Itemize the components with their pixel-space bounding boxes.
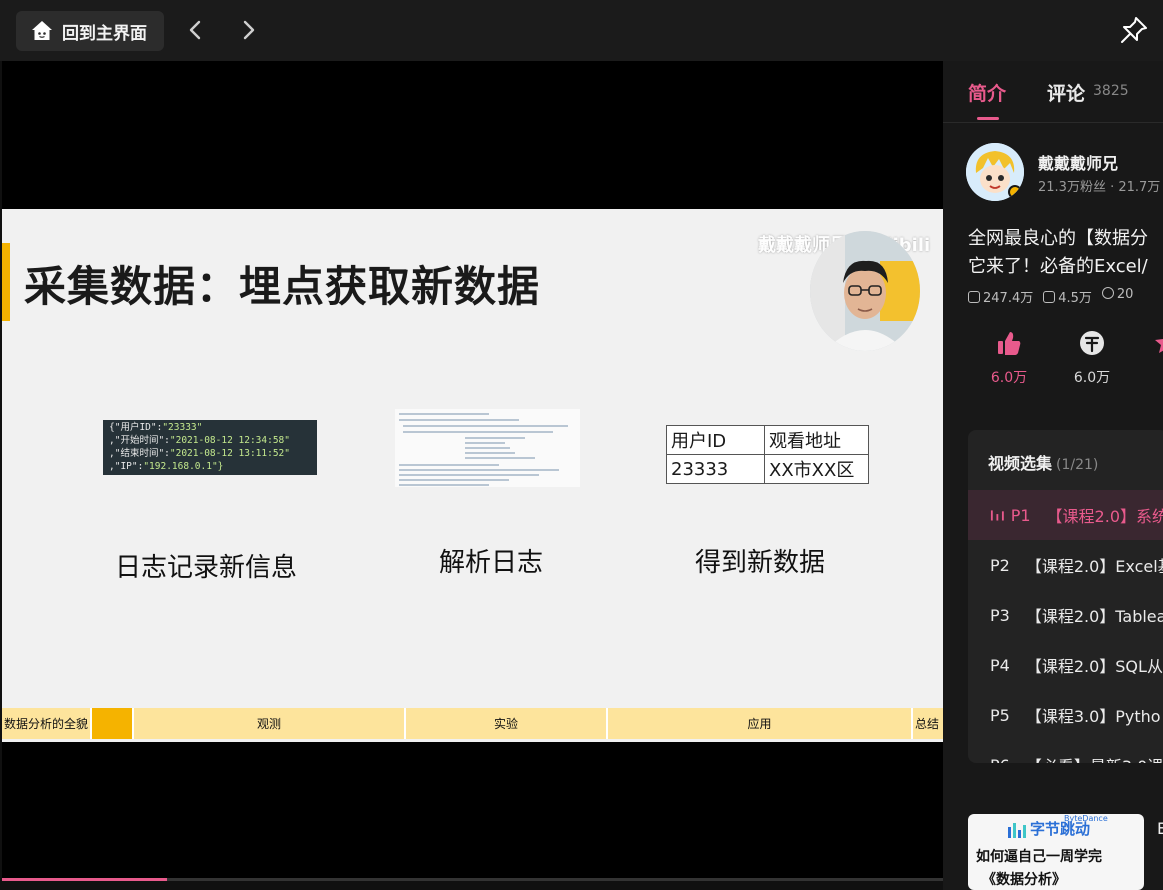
code-value: "23333" (162, 422, 203, 433)
tab-comments[interactable]: 评论 (1047, 79, 1085, 106)
presenter-camera (810, 231, 920, 351)
forward-arrow-icon[interactable] (236, 18, 260, 42)
panel-tabs: 简介 评论 3825 (943, 61, 1163, 123)
playlist-item[interactable]: P5 【课程3.0】Pytho (968, 690, 1163, 740)
home-icon (32, 21, 52, 40)
video-title-line: 它来了！必备的Excel/ (968, 256, 1148, 277)
caption-log: 日志记录新信息 (115, 553, 298, 583)
playlist-header: 视频选集 (1/21) (988, 450, 1098, 474)
chapter-segment[interactable]: 观测 (134, 708, 406, 739)
code-value: "2021-08-12 12:34:58" (169, 435, 290, 446)
pin-icon[interactable] (1119, 15, 1149, 45)
caption-parse: 解析日志 (439, 548, 544, 578)
code-value: "2021-08-12 13:11:52" (169, 448, 290, 459)
danmaku-icon (1043, 291, 1056, 303)
code-key: ,"结束时间": (109, 448, 170, 459)
rec-title-line: 《数据分析》 (982, 872, 1066, 888)
rec-brand: ByteDance 字节跳动 (1030, 814, 1108, 839)
log-json-snippet: {"用户ID":"23333" ,"开始时间":"2021-08-12 12:3… (103, 420, 317, 475)
home-button[interactable]: 回到主界面 (16, 11, 164, 51)
episode-title: 【课程2.0】Tablea (1025, 607, 1163, 626)
playlist-item[interactable]: P2 【课程2.0】Excel基 (968, 540, 1163, 590)
title-accent-bar (2, 243, 10, 321)
episode-title: 【课程2.0】Excel基 (1025, 557, 1163, 576)
table-header-cell: 观看地址 (764, 425, 869, 455)
table-header-cell: 用户ID (666, 425, 765, 455)
playback-progress-bar[interactable] (2, 878, 943, 881)
lecture-slide: 采集数据：埋点获取新数据 戴戴戴师兄 · bilibili {"用户ID":"2… (2, 209, 943, 742)
rec-brand-small: ByteDance (1064, 814, 1108, 823)
table-cell: 23333 (666, 454, 765, 484)
episode-number: P5 (990, 705, 1010, 725)
playlist-item[interactable]: P4 【课程2.0】SQL从 (968, 640, 1163, 690)
code-value: "192.168.0.1"} (143, 461, 224, 472)
star-icon (1155, 339, 1163, 353)
coin-count: 6.0万 (1073, 370, 1111, 386)
playlist-count: (1/21) (1056, 457, 1099, 473)
side-panel: 简介 评论 3825 戴戴戴师兄 21.3万粉丝 · 21.7万 全网最良心的【… (943, 61, 1163, 890)
slide-title: 采集数据：埋点获取新数据 (24, 262, 541, 311)
author-name[interactable]: 戴戴戴师兄 (1038, 150, 1118, 174)
playlist-title: 视频选集 (988, 454, 1053, 473)
playlist-item[interactable]: P6 【必看】最新3.0课 (968, 740, 1163, 764)
video-title-line: 全网最良心的【数据分 (968, 228, 1148, 249)
episode-number: P4 (990, 655, 1010, 675)
chapter-segment[interactable]: 总结 (913, 708, 943, 739)
chapter-strip: 数据分析的全貌 观测 实验 应用 总结 (2, 708, 943, 739)
code-key: ,"开始时间": (109, 435, 170, 446)
favorite-count: 1 (1136, 367, 1163, 383)
like-count: 6.0万 (990, 370, 1028, 386)
rec-side-text: E (1157, 819, 1163, 838)
video-meta: 247.4万 4.5万 20 (968, 287, 1133, 306)
favorite-button[interactable]: 1 (1136, 329, 1163, 383)
rec-title-line: 如何逼自己一周学完 (976, 849, 1102, 865)
episode-number: P3 (990, 605, 1010, 625)
home-button-label: 回到主界面 (62, 23, 147, 44)
recommended-video-thumbnail[interactable]: ByteDance 字节跳动 如何逼自己一周学完 《数据分析》 (968, 814, 1144, 890)
view-count: 247.4万 (983, 291, 1034, 306)
coin-icon (1080, 331, 1104, 355)
table-cell: XX市XX区 (764, 454, 869, 484)
parse-code-screenshot (395, 409, 580, 487)
episode-title: 【课程3.0】Pytho (1025, 707, 1161, 726)
thumbs-up-icon (998, 332, 1021, 355)
title-bar: 回到主界面 (0, 0, 1163, 61)
chapter-segment[interactable]: 数据分析的全貌 (2, 708, 92, 739)
result-table: 用户ID 观看地址 23333 XX市XX区 (666, 425, 869, 484)
episode-title: 【课程2.0】SQL从 (1025, 657, 1163, 676)
episode-title: 【课程2.0】系统 (1046, 507, 1163, 526)
video-player[interactable]: 采集数据：埋点获取新数据 戴戴戴师兄 · bilibili {"用户ID":"2… (2, 61, 943, 881)
playlist-item-active[interactable]: P1 【课程2.0】系统 (968, 490, 1163, 540)
code-key: ,"IP": (109, 461, 144, 472)
episode-playlist: 视频选集 (1/21) P1 【课程2.0】系统 P2 【课程2.0】Excel基… (968, 430, 1163, 763)
bytedance-logo-icon (1008, 823, 1026, 838)
episode-number: P6 (990, 756, 1010, 764)
video-title: 全网最良心的【数据分 它来了！必备的Excel/ (968, 225, 1163, 281)
playlist-item[interactable]: P3 【课程2.0】Tablea (968, 590, 1163, 640)
playing-bars-icon (990, 510, 1004, 521)
like-button[interactable]: 6.0万 (979, 329, 1039, 387)
play-count-icon (968, 291, 980, 303)
publish-date: 20 (1116, 287, 1134, 302)
episode-number: P2 (990, 555, 1010, 575)
clock-icon (1101, 287, 1114, 299)
comments-count: 3825 (1093, 83, 1129, 99)
code-key: {"用户ID": (109, 422, 163, 433)
back-arrow-icon[interactable] (184, 18, 208, 42)
chapter-segment-current[interactable] (92, 708, 134, 739)
tab-intro[interactable]: 简介 (968, 79, 1006, 106)
chapter-segment[interactable]: 应用 (608, 708, 913, 739)
playback-progress-fill (2, 878, 167, 881)
author-stats: 21.3万粉丝 · 21.7万 (1038, 180, 1161, 195)
danmaku-count: 4.5万 (1058, 291, 1092, 306)
author-avatar[interactable] (966, 143, 1024, 201)
coin-button[interactable]: 6.0万 (1062, 329, 1122, 387)
tab-active-indicator (977, 117, 999, 120)
episode-title: 【必看】最新3.0课 (1026, 753, 1163, 763)
caption-result: 得到新数据 (695, 548, 826, 578)
chapter-segment[interactable]: 实验 (406, 708, 608, 739)
episode-number: P1 (1010, 505, 1031, 525)
